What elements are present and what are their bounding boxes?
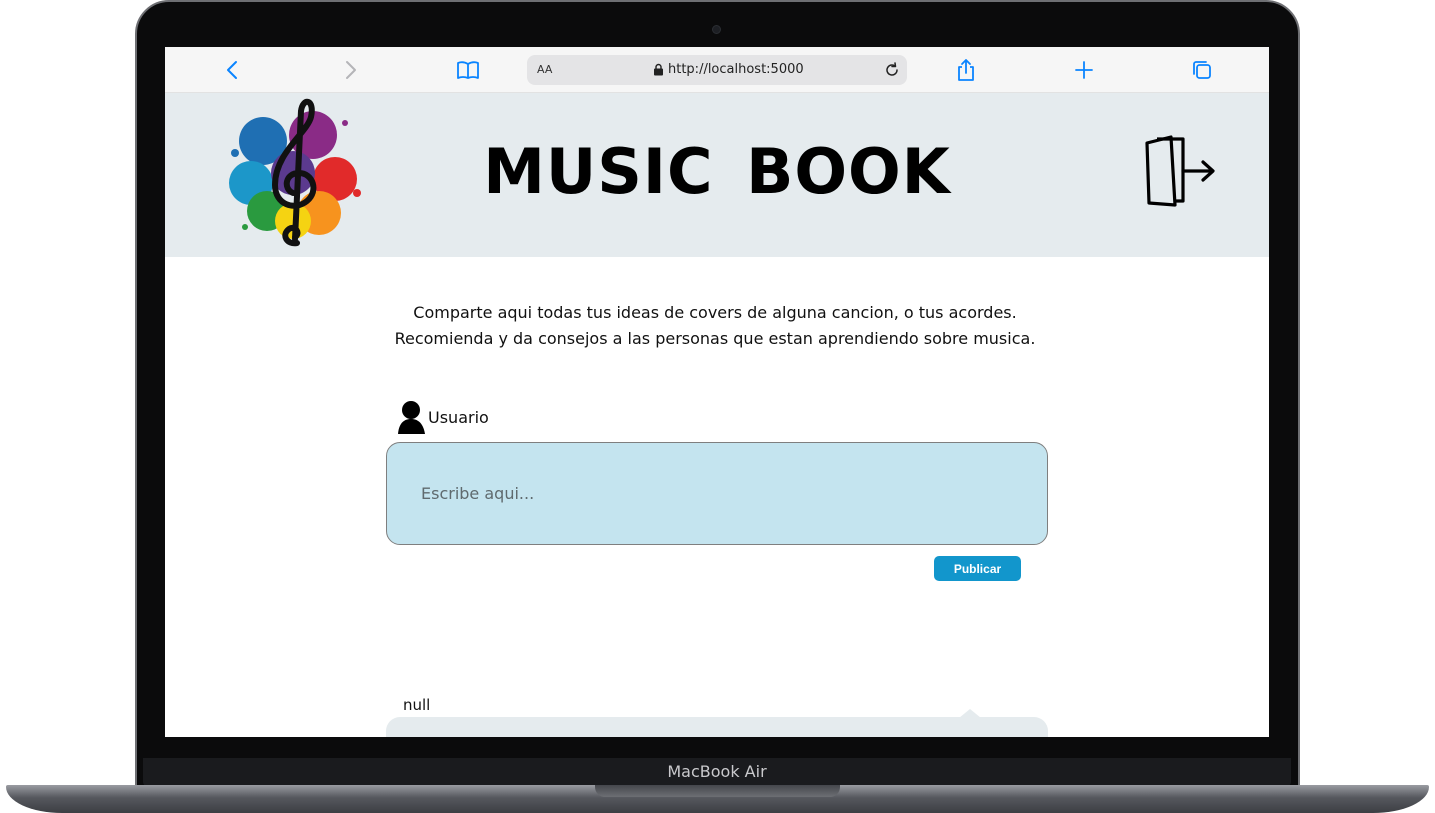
device-label: MacBook Air xyxy=(667,762,767,781)
logout-door-icon[interactable] xyxy=(1135,131,1219,215)
url-text: http://localhost:5000 xyxy=(668,62,804,77)
browser-toolbar: AA http://localhost:5000 xyxy=(165,47,1269,93)
post-author: null xyxy=(403,696,431,714)
user-name: Usuario xyxy=(428,408,489,427)
site-header: MUSIC BOOK xyxy=(165,93,1269,257)
chevron-right-icon[interactable] xyxy=(337,57,363,83)
chevron-left-icon[interactable] xyxy=(220,57,246,83)
share-icon[interactable] xyxy=(953,57,979,83)
reload-icon[interactable] xyxy=(883,61,901,79)
screen: AA http://localhost:5000 MUSIC BOOK Comp… xyxy=(165,47,1269,737)
intro-line-1: Comparte aqui todas tus ideas de covers … xyxy=(413,303,1017,322)
text-size-button[interactable]: AA xyxy=(537,63,552,76)
plus-icon[interactable] xyxy=(1071,57,1097,83)
laptop-chin: MacBook Air xyxy=(143,758,1291,786)
lock-icon xyxy=(653,63,664,76)
book-icon[interactable] xyxy=(455,57,481,83)
user-icon xyxy=(397,400,427,434)
intro-line-2: Recomienda y da consejos a las personas … xyxy=(394,329,1036,348)
site-title: MUSIC BOOK xyxy=(483,135,951,208)
address-bar[interactable]: AA http://localhost:5000 xyxy=(527,55,907,85)
camera xyxy=(712,25,721,34)
post-card xyxy=(386,717,1048,737)
laptop-hinge-notch xyxy=(595,785,840,797)
post-input[interactable] xyxy=(386,442,1048,545)
publish-button[interactable]: Publicar xyxy=(934,556,1021,581)
tabs-icon[interactable] xyxy=(1189,57,1215,83)
